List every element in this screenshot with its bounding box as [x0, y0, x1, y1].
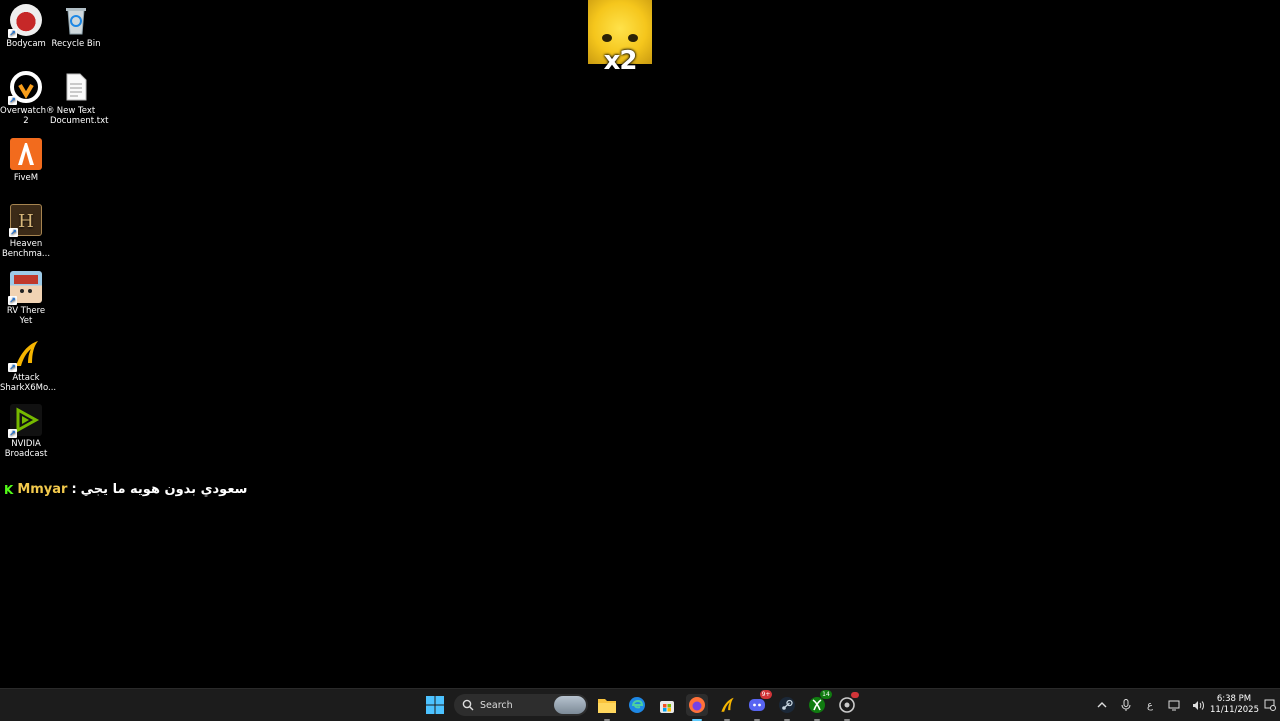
chevron-up-icon [1097, 702, 1107, 708]
desktop: ↗ Bodycam Recycle Bin ↗ Overwatch® 2 New… [0, 0, 1280, 688]
clock-time: 6:38 PM [1216, 694, 1252, 704]
desktop-icon-attack-shark[interactable]: ↗ Attack SharkX6Mo... [0, 334, 57, 393]
heaven-benchmark-icon: H ↗ [9, 204, 42, 237]
recycle-bin-icon [60, 4, 92, 36]
volume-button[interactable] [1186, 689, 1210, 721]
microphone-button[interactable] [1114, 689, 1138, 721]
nvidia-broadcast-icon: ↗ [8, 404, 42, 438]
file-explorer-icon [598, 699, 616, 713]
desktop-icon-label: RV There Yet [6, 306, 46, 326]
rv-there-yet-icon: ↗ [8, 271, 42, 305]
desktop-icon-rv-there-yet[interactable]: ↗ RV There Yet [0, 267, 52, 326]
bodycam-icon: ↗ [8, 4, 42, 38]
taskbar-app-store[interactable] [656, 694, 678, 716]
taskbar-app-misc[interactable] [836, 692, 859, 721]
desktop-icon-label: Overwatch® 2 [0, 106, 55, 126]
desktop-icon-label: FiveM [13, 173, 39, 183]
desktop-icon-label: Bodycam [6, 39, 46, 49]
shortcut-arrow-icon: ↗ [8, 363, 17, 372]
chrome-like-icon [839, 697, 855, 713]
shortcut-arrow-icon: ↗ [8, 29, 17, 38]
attack-shark-icon: ↗ [8, 338, 42, 372]
taskbar-app-attack-shark[interactable] [716, 694, 738, 721]
search-icon [462, 699, 474, 711]
multiplier-text: x2 [603, 46, 638, 76]
desktop-icon-overwatch[interactable]: ↗ Overwatch® 2 [0, 67, 55, 126]
notification-dot [851, 692, 859, 698]
search-highlight-image [554, 696, 586, 714]
firefox-icon [689, 697, 705, 713]
volume-icon [1193, 700, 1204, 710]
desktop-icon-fivem[interactable]: FiveM [0, 134, 52, 183]
fivem-icon [10, 138, 42, 170]
taskbar-center: Search 9+ 14 [424, 689, 859, 721]
desktop-icon-label: Heaven Benchma... [1, 239, 51, 259]
chat-separator: : [71, 482, 77, 497]
chat-username: Mmyar [17, 482, 68, 497]
discord-badge: 9+ [760, 690, 772, 699]
kick-icon: K [4, 482, 14, 497]
taskbar-app-file-explorer[interactable] [596, 694, 618, 721]
clock-date: 11/11/2025 [1210, 705, 1259, 715]
shortcut-arrow-icon: ↗ [8, 429, 17, 438]
stream-overlay-multiplier: x2 [588, 0, 652, 80]
network-icon [1168, 700, 1180, 710]
notification-center-button[interactable] [1260, 689, 1280, 721]
edge-icon [629, 697, 645, 713]
desktop-icon-recycle-bin[interactable]: Recycle Bin [50, 0, 102, 49]
steam-icon [779, 697, 795, 713]
taskbar: Search 9+ 14 ع 6:38 PM 11/11/2025 [0, 688, 1280, 721]
taskbar-app-steam[interactable] [776, 694, 798, 721]
store-icon [660, 701, 674, 713]
chat-message: K Mmyar : سعودي بدون هويه ما يجي [4, 482, 247, 497]
show-hidden-icons-button[interactable] [1090, 689, 1114, 721]
desktop-icon-label: New Text Document.txt [50, 106, 109, 126]
system-tray: ع 6:38 PM 11/11/2025 [1090, 689, 1280, 721]
keyboard-language-button[interactable]: ع [1138, 689, 1162, 721]
taskbar-app-edge[interactable] [626, 694, 648, 716]
search-label: Search [480, 699, 513, 711]
chat-text: سعودي بدون هويه ما يجي [80, 482, 248, 497]
taskbar-search-box[interactable]: Search [454, 694, 588, 716]
windows-logo-icon [426, 696, 444, 714]
start-button[interactable] [424, 694, 446, 716]
shortcut-arrow-icon: ↗ [9, 228, 18, 237]
desktop-icon-heaven-benchmark[interactable]: H ↗ Heaven Benchma... [0, 200, 52, 259]
text-document-icon [60, 71, 92, 103]
desktop-icon-bodycam[interactable]: ↗ Bodycam [0, 0, 52, 49]
taskbar-app-discord[interactable]: 9+ [746, 690, 772, 721]
desktop-icon-label: NVIDIA Broadcast [4, 439, 48, 459]
clock[interactable]: 6:38 PM 11/11/2025 [1210, 694, 1259, 716]
shortcut-arrow-icon: ↗ [8, 296, 17, 305]
desktop-icon-label: Recycle Bin [51, 39, 101, 49]
xbox-badge: 14 [820, 690, 832, 699]
taskbar-app-firefox[interactable] [686, 694, 708, 721]
svg-text:H: H [18, 211, 34, 232]
notification-bell-icon [1264, 699, 1276, 711]
attack-shark-icon [721, 697, 734, 712]
desktop-icon-new-text-document[interactable]: New Text Document.txt [50, 67, 109, 126]
desktop-icon-nvidia-broadcast[interactable]: ↗ NVIDIA Broadcast [0, 400, 52, 459]
network-button[interactable] [1162, 689, 1186, 721]
desktop-icon-label: Attack SharkX6Mo... [0, 373, 57, 393]
microphone-icon [1121, 699, 1131, 711]
shortcut-arrow-icon: ↗ [8, 96, 17, 105]
overwatch-icon: ↗ [8, 71, 42, 105]
taskbar-app-xbox[interactable]: 14 [806, 690, 832, 721]
